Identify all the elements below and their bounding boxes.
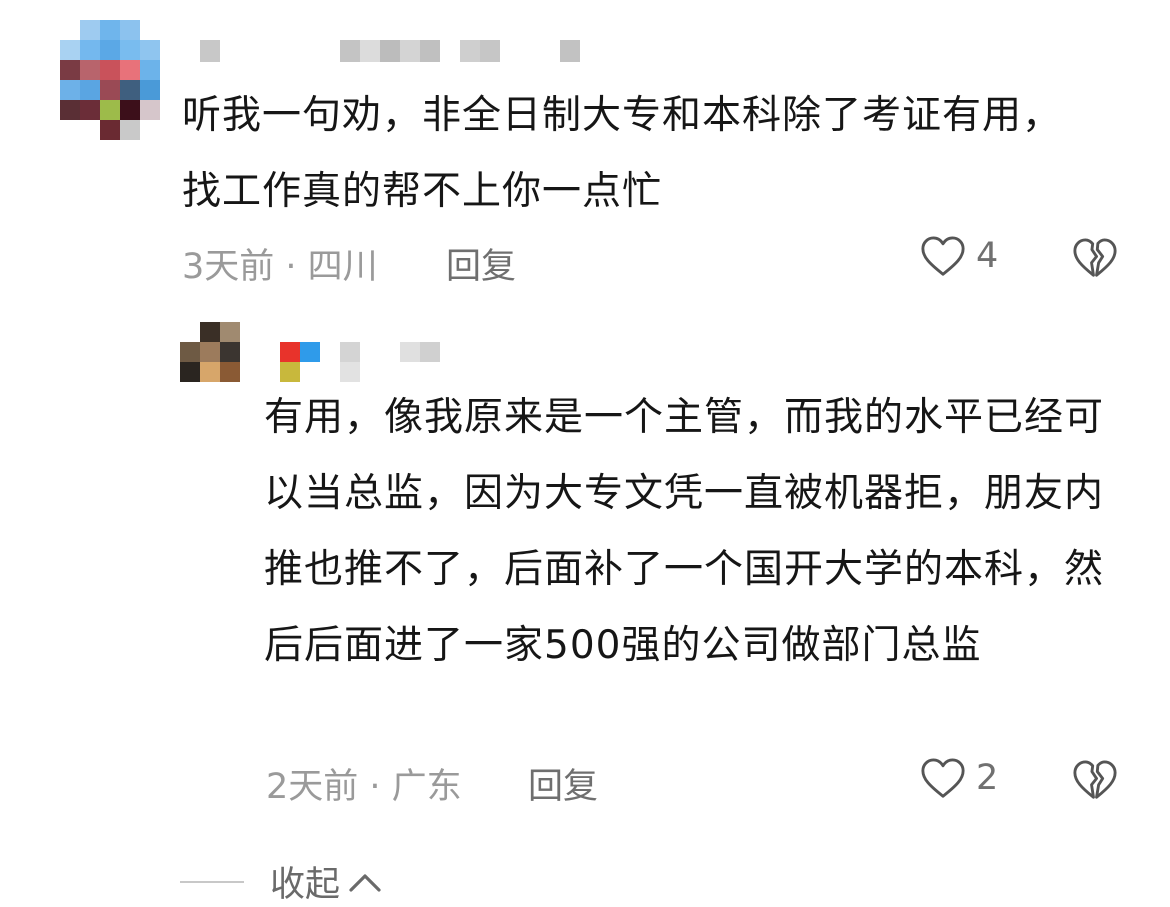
like-count: 4	[976, 236, 999, 276]
chevron-up-icon	[349, 873, 381, 892]
heart-outline-icon	[921, 236, 965, 276]
avatar[interactable]	[180, 322, 240, 382]
divider	[180, 880, 244, 883]
like-button[interactable]: 2	[920, 756, 998, 800]
like-count: 2	[976, 758, 999, 798]
heart-outline-icon	[921, 758, 965, 798]
comment-meta: 3天前 · 四川	[182, 247, 378, 287]
avatar[interactable]	[60, 20, 160, 142]
dislike-button[interactable]	[1072, 758, 1118, 806]
username[interactable]	[280, 342, 440, 382]
dislike-button[interactable]	[1072, 236, 1118, 284]
collapse-replies-button[interactable]: 收起	[180, 856, 382, 907]
broken-heart-outline-icon	[1073, 238, 1117, 277]
comment-text: 听我一句劝，非全日制大专和本科除了考证有用，找工作真的帮不上你一点忙	[182, 93, 1063, 214]
collapse-label: 收起	[270, 865, 341, 905]
reply-button[interactable]: 回复	[528, 758, 598, 809]
username[interactable]	[200, 40, 580, 62]
like-button[interactable]: 4	[920, 234, 998, 278]
reply-button[interactable]: 回复	[446, 238, 516, 289]
comment-meta: 2天前 · 广东	[266, 767, 462, 807]
broken-heart-outline-icon	[1073, 760, 1117, 799]
comment-text: 有用，像我原来是一个主管，而我的水平已经可以当总监，因为大专文凭一直被机器拒，朋…	[264, 395, 1105, 668]
